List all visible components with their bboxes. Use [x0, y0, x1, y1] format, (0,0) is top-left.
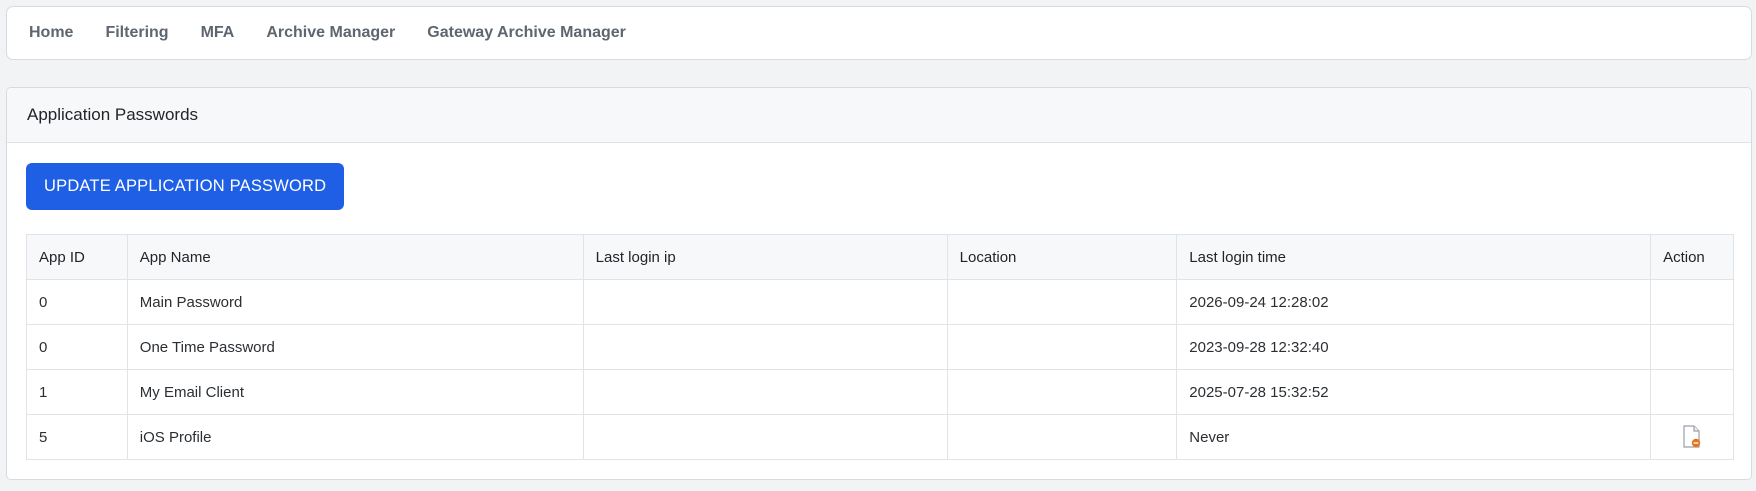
- cell-last-login-time: Never: [1176, 414, 1652, 460]
- cell-last-login-time: 2023-09-28 12:32:40: [1176, 324, 1652, 370]
- cell-action: [1650, 414, 1734, 460]
- header-last-login-time: Last login time: [1176, 234, 1652, 280]
- card-title: Application Passwords: [7, 88, 1751, 143]
- nav-gateway-archive-manager[interactable]: Gateway Archive Manager: [427, 24, 626, 42]
- header-location: Location: [946, 234, 1178, 280]
- cell-app-name: My Email Client: [126, 369, 584, 415]
- nav-home[interactable]: Home: [29, 24, 73, 42]
- cell-action: [1650, 324, 1734, 370]
- cell-last-login-ip: [582, 369, 948, 415]
- table-row: 5 iOS Profile Never: [26, 414, 1734, 460]
- cell-app-id: 1: [26, 369, 128, 415]
- table-row: 1 My Email Client 2025-07-28 15:32:52: [26, 369, 1734, 415]
- table-row: 0 One Time Password 2023-09-28 12:32:40: [26, 324, 1734, 370]
- cell-app-id: 0: [26, 279, 128, 325]
- table-header-row: App ID App Name Last login ip Location L…: [26, 234, 1734, 280]
- cell-location: [946, 324, 1178, 370]
- header-app-id: App ID: [26, 234, 128, 280]
- cell-location: [946, 279, 1178, 325]
- cell-last-login-ip: [582, 324, 948, 370]
- cell-location: [946, 414, 1178, 460]
- application-passwords-table: App ID App Name Last login ip Location L…: [26, 234, 1734, 460]
- header-action: Action: [1650, 234, 1734, 280]
- card-body: UPDATE APPLICATION PASSWORD App ID App N…: [7, 143, 1751, 460]
- cell-app-name: iOS Profile: [126, 414, 584, 460]
- nav-mfa[interactable]: MFA: [201, 24, 235, 42]
- top-navigation: Home Filtering MFA Archive Manager Gatew…: [6, 6, 1752, 60]
- application-passwords-card: Application Passwords UPDATE APPLICATION…: [6, 87, 1752, 480]
- cell-app-name: One Time Password: [126, 324, 584, 370]
- nav-archive-manager[interactable]: Archive Manager: [266, 24, 395, 42]
- cell-last-login-time: 2025-07-28 15:32:52: [1176, 369, 1652, 415]
- update-application-password-button[interactable]: UPDATE APPLICATION PASSWORD: [26, 163, 345, 210]
- cell-last-login-ip: [582, 279, 948, 325]
- header-app-name: App Name: [126, 234, 584, 280]
- cell-action: [1650, 369, 1734, 415]
- document-delete-icon[interactable]: [1681, 425, 1703, 449]
- cell-action: [1650, 279, 1734, 325]
- table-row: 0 Main Password 2026-09-24 12:28:02: [26, 279, 1734, 325]
- nav-filtering[interactable]: Filtering: [105, 24, 168, 42]
- cell-app-name: Main Password: [126, 279, 584, 325]
- header-last-login-ip: Last login ip: [582, 234, 948, 280]
- cell-location: [946, 369, 1178, 415]
- cell-app-id: 5: [26, 414, 128, 460]
- cell-last-login-time: 2026-09-24 12:28:02: [1176, 279, 1652, 325]
- cell-app-id: 0: [26, 324, 128, 370]
- cell-last-login-ip: [582, 414, 948, 460]
